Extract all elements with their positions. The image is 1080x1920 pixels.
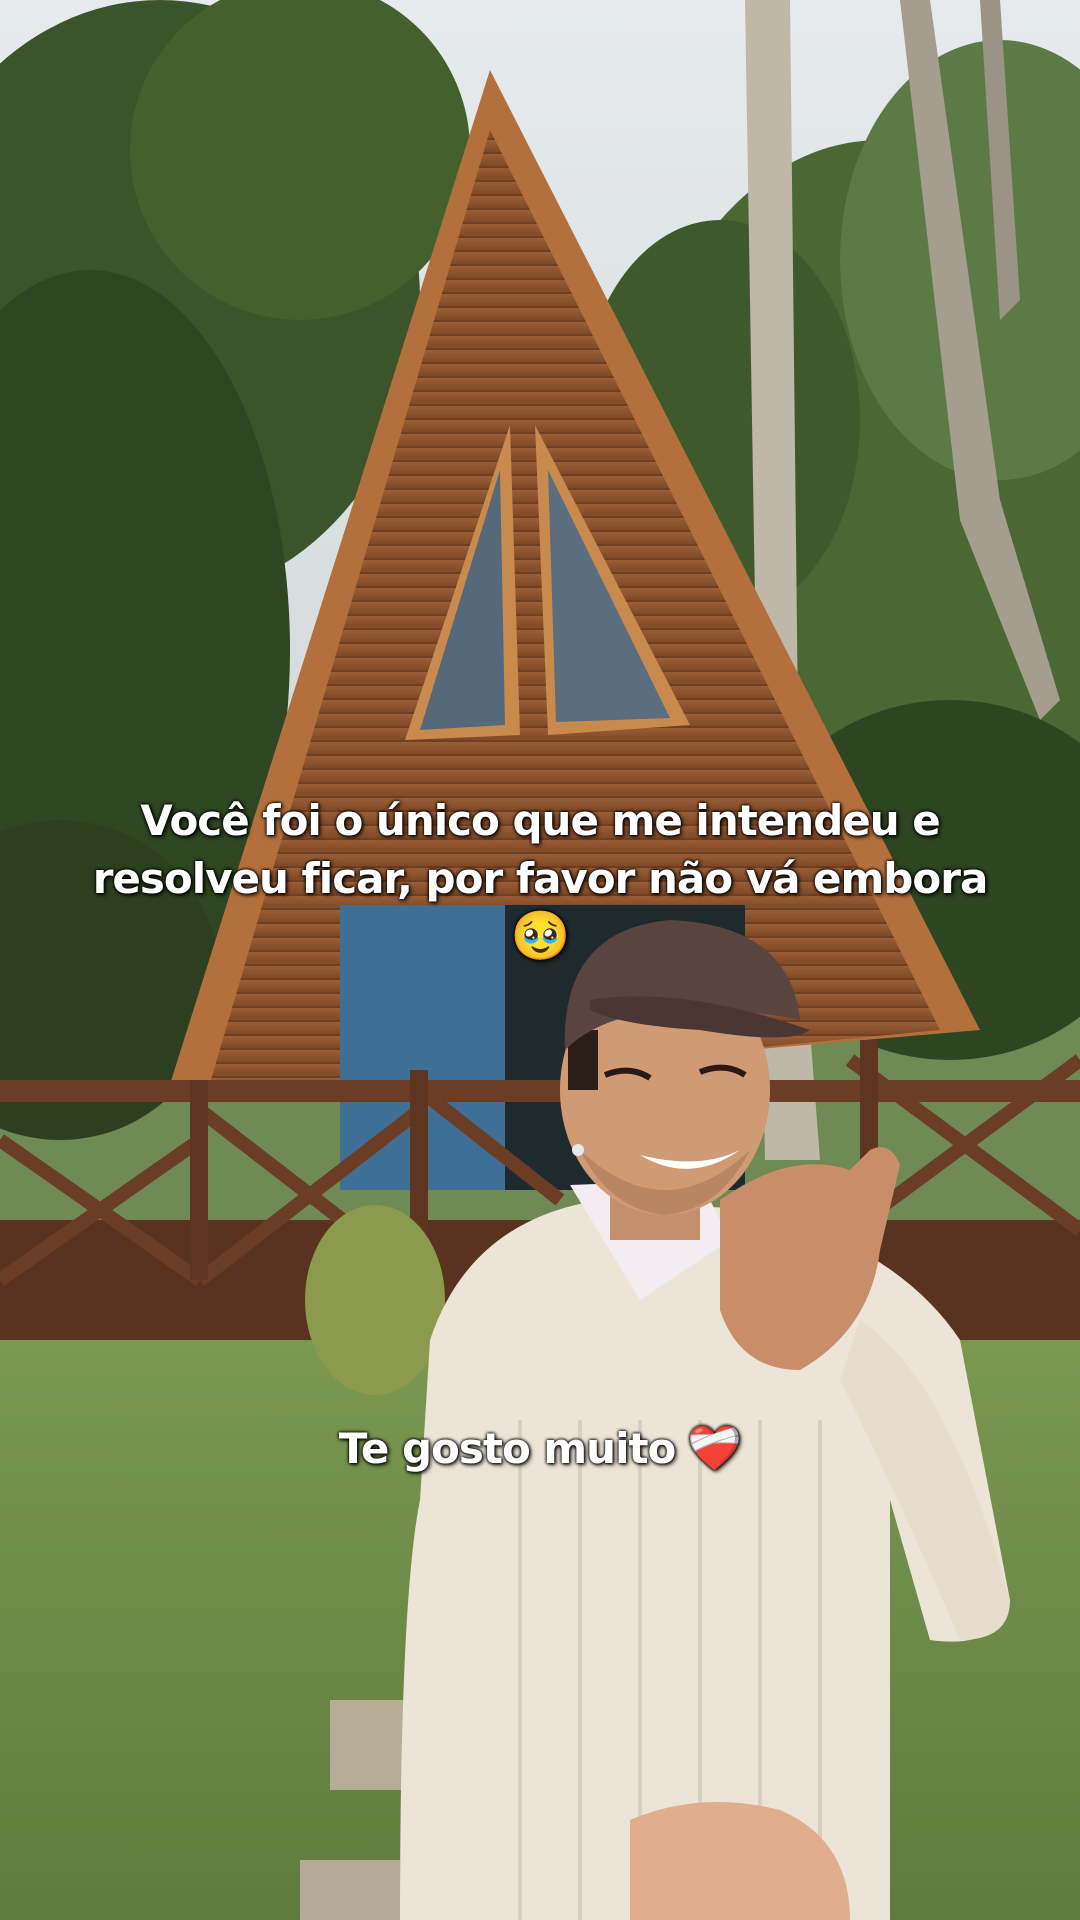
mending-heart-emoji: ❤️‍🩹 [687,1423,742,1474]
teary-face-emoji: 🥹 [510,908,571,964]
shrub [305,1205,445,1395]
caption-line-2: resolveu ficar, por favor não vá embora [92,854,989,903]
caption-line-1: Você foi o único que me intendeu e [140,796,941,845]
caption-bottom-text: Te gosto muito [338,1424,677,1473]
caption-top: Você foi o único que me intendeu e resol… [0,792,1080,964]
caption-bottom: Te gosto muito ❤️‍🩹 [0,1420,1080,1478]
